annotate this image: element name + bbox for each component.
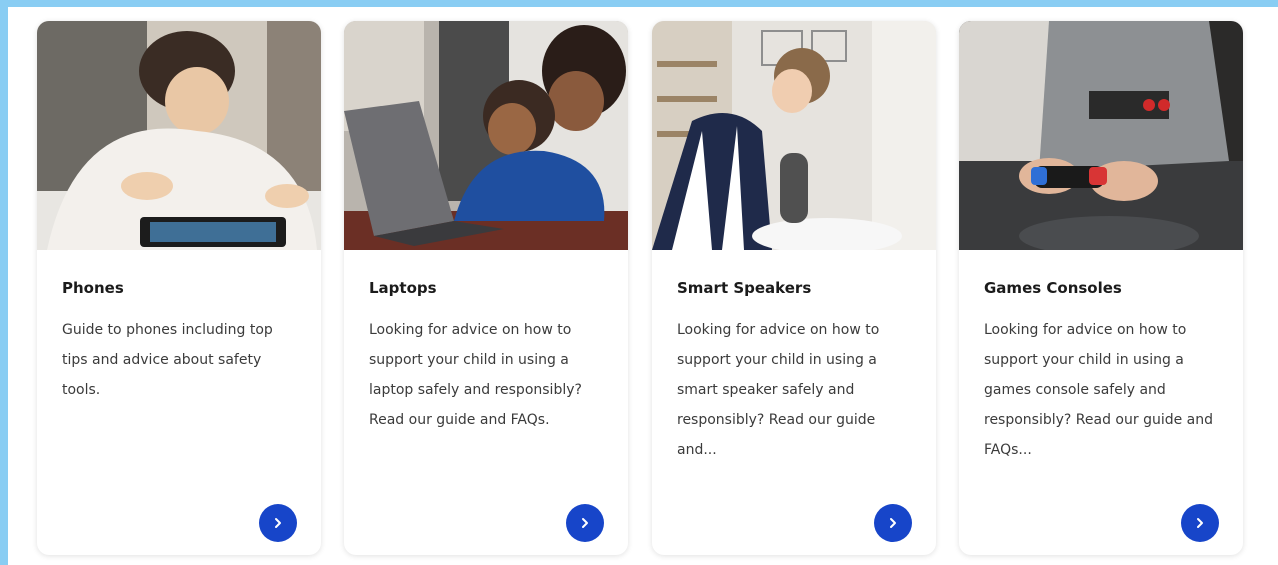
chevron-right-icon <box>1197 518 1203 528</box>
card-smart-speakers[interactable]: Smart Speakers Looking for advice on how… <box>652 21 936 555</box>
chevron-right-icon <box>582 518 588 528</box>
card-description: Looking for advice on how to support you… <box>677 322 880 458</box>
next-button[interactable] <box>259 504 297 542</box>
card-laptops[interactable]: Laptops Looking for advice on how to sup… <box>344 21 628 555</box>
card-image-laptops <box>344 21 628 250</box>
card-phones[interactable]: Phones Guide to phones including top tip… <box>37 21 321 555</box>
card-image-games-consoles <box>959 21 1243 250</box>
card-title: Games Consoles <box>984 279 1122 297</box>
card-description: Looking for advice on how to support you… <box>984 322 1214 458</box>
card-title: Smart Speakers <box>677 279 812 297</box>
card-description: Looking for advice on how to support you… <box>369 322 582 428</box>
next-button[interactable] <box>1181 504 1219 542</box>
device-guides-section: Phones Guide to phones including top tip… <box>8 7 1278 565</box>
chevron-right-icon <box>275 518 281 528</box>
next-button[interactable] <box>874 504 912 542</box>
card-description: Guide to phones including top tips and a… <box>62 322 273 398</box>
card-title: Phones <box>62 279 124 297</box>
card-image-smart-speakers <box>652 21 936 250</box>
chevron-right-icon <box>890 518 896 528</box>
card-games-consoles[interactable]: Games Consoles Looking for advice on how… <box>959 21 1243 555</box>
card-title: Laptops <box>369 279 437 297</box>
card-image-phones <box>37 21 321 250</box>
next-button[interactable] <box>566 504 604 542</box>
